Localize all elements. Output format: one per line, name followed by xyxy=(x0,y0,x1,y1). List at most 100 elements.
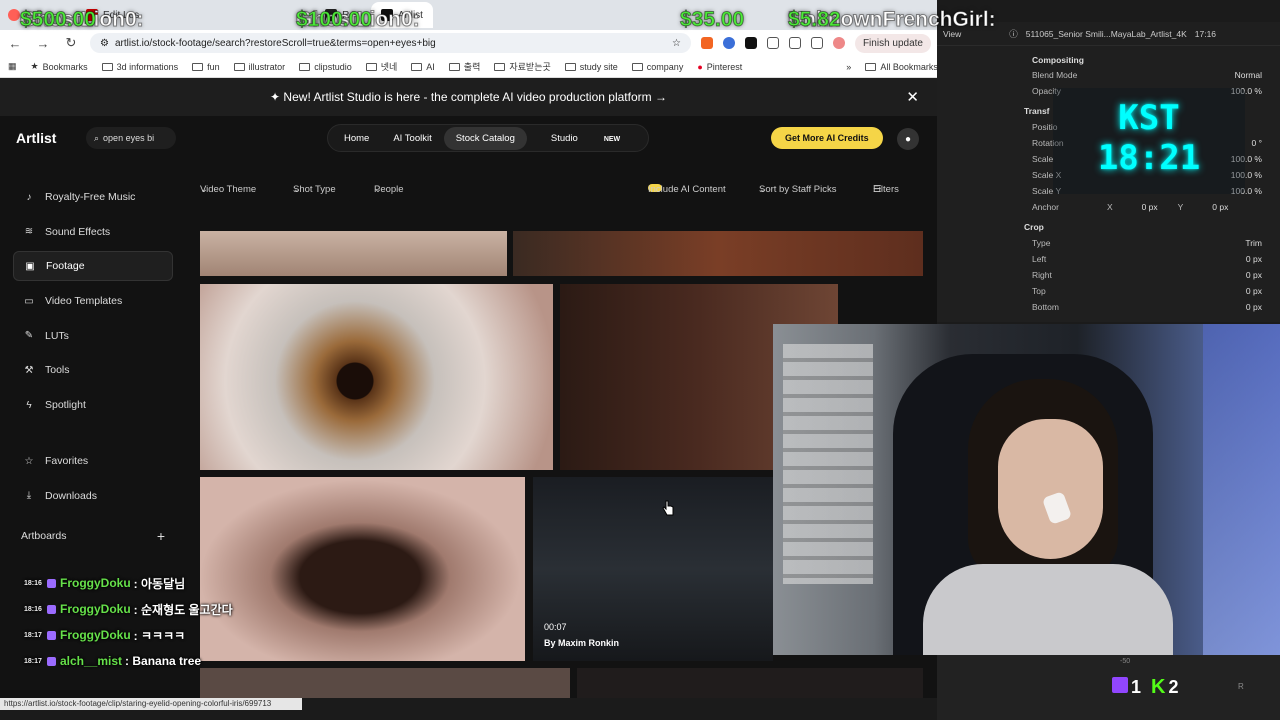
bookmark-folder[interactable]: 3d informations xyxy=(101,62,178,72)
chevron-down-icon: ⌄ xyxy=(200,184,208,195)
crop-right-value[interactable]: 0 px xyxy=(1142,270,1262,280)
bookmark-item[interactable]: ● Pinterest xyxy=(697,62,742,72)
chat-message: 18:16 FroggyDoku: 순재형도 울고간다 xyxy=(24,602,233,617)
apps-grid-icon[interactable]: ▦ xyxy=(8,61,17,72)
bookmark-folder[interactable]: 넷네 xyxy=(365,60,397,73)
sidebar-item-favorites[interactable]: ☆ Favorites xyxy=(13,446,173,476)
chat-overlay: 18:16 FroggyDoku: 아동달님 18:16 FroggyDoku: 순… xyxy=(24,570,354,674)
site-info-icon[interactable]: ⚙ xyxy=(100,38,109,49)
url-text: artlist.io/stock-footage/search?restoreS… xyxy=(114,37,436,49)
back-arrow-icon[interactable]: ← xyxy=(6,36,24,51)
main-nav: Home AI Toolkit Stock Catalog Studio NEW xyxy=(327,124,650,152)
chat-badge-icon xyxy=(47,578,56,588)
crop-top-label: Top xyxy=(1032,286,1046,296)
sidebar-item-sound-effects[interactable]: ≋ Sound Effects xyxy=(13,217,173,247)
clip-duration: 00:07 xyxy=(544,622,567,632)
stream-clock: KST 18:21 xyxy=(1053,88,1245,194)
waveform-icon: ≋ xyxy=(24,226,34,238)
promo-banner[interactable]: ✦ New! Artlist Studio is here - the comp… xyxy=(0,78,937,116)
hand-cursor-icon xyxy=(662,500,674,516)
address-bar[interactable]: ⚙ artlist.io/stock-footage/search?restor… xyxy=(90,33,691,53)
editor-timeline-strip xyxy=(937,655,1280,720)
download-icon[interactable] xyxy=(810,37,823,49)
sidebar-item-video-templates[interactable]: ▭ Video Templates xyxy=(13,286,173,316)
bookmarks-bar: ▦ ★ Bookmarks 3d informations fun illustr… xyxy=(0,56,938,78)
chat-badge-icon xyxy=(47,604,56,614)
status-bar-url: https://artlist.io/stock-footage/clip/st… xyxy=(0,698,302,710)
add-artboard-icon[interactable]: + xyxy=(157,528,165,544)
sidebar-item-tools[interactable]: ⚒ Tools xyxy=(13,355,173,385)
nav-studio[interactable]: Studio NEW xyxy=(527,127,644,150)
folder-icon xyxy=(631,62,643,71)
sidebar-item-music[interactable]: ♪ Royalty-Free Music xyxy=(13,182,173,212)
chat-badge-icon xyxy=(47,630,56,640)
footage-thumbnail[interactable] xyxy=(200,231,507,276)
user-avatar-icon[interactable]: ● xyxy=(897,128,919,150)
bookmark-item[interactable]: ★ Bookmarks xyxy=(31,61,88,72)
nav-ai-toolkit[interactable]: AI Toolkit xyxy=(381,127,443,150)
footage-thumbnail[interactable] xyxy=(577,668,923,698)
bookmark-folder[interactable]: 출력 xyxy=(448,60,480,73)
sidebar-item-luts[interactable]: ✎ LUTs xyxy=(13,321,173,351)
extension-icon[interactable] xyxy=(722,37,735,49)
bookmark-folder[interactable]: 자료받는곳 xyxy=(494,60,551,73)
bookmark-star-icon[interactable]: ☆ xyxy=(672,38,681,49)
close-icon[interactable]: ✕ xyxy=(906,88,919,106)
anchor-x-value[interactable]: 0 px xyxy=(1113,202,1158,212)
blend-mode-value[interactable]: Normal xyxy=(1142,70,1262,80)
profile-avatar-icon[interactable] xyxy=(832,37,845,49)
more-bookmarks-icon[interactable]: » xyxy=(846,62,851,72)
bookmark-folder[interactable]: study site xyxy=(564,62,618,72)
cast-icon[interactable] xyxy=(788,37,801,49)
bookmark-folder[interactable]: company xyxy=(631,62,683,72)
compositing-section[interactable]: Compositing xyxy=(1032,55,1084,65)
nav-home[interactable]: Home xyxy=(332,127,381,150)
folder-icon xyxy=(494,62,506,71)
twitch-viewers: 1 xyxy=(1112,677,1141,698)
nav-stock-catalog[interactable]: Stock Catalog xyxy=(443,126,527,150)
clock-zone: KST xyxy=(1118,98,1180,138)
transform-section[interactable]: Transf xyxy=(1024,106,1050,116)
reload-icon[interactable]: ↻ xyxy=(62,35,80,51)
kick-viewers: K2 xyxy=(1151,676,1179,698)
search-input[interactable]: ⌕ open eyes bi xyxy=(86,127,176,149)
chat-badge-icon xyxy=(47,656,56,666)
bookmark-folder[interactable]: AI xyxy=(411,62,435,72)
crop-right-label: Right xyxy=(1032,270,1052,280)
chat-message: 18:17 FroggyDoku: ㅋㅋㅋㅋ xyxy=(24,628,186,643)
crop-left-value[interactable]: 0 px xyxy=(1142,254,1262,264)
finish-update-button[interactable]: Finish update xyxy=(854,33,931,53)
crop-type-value[interactable]: Trim xyxy=(1142,238,1262,248)
footage-thumbnail-hovered[interactable]: 00:07 By Maxim Ronkin xyxy=(533,477,773,661)
bookmark-folder[interactable]: illustrator xyxy=(233,62,285,72)
anchor-y-value[interactable]: 0 px xyxy=(1183,202,1228,212)
extension-icon[interactable] xyxy=(700,37,713,49)
get-ai-credits-button[interactable]: Get More AI Credits xyxy=(771,127,883,149)
chat-message: 18:16 FroggyDoku: 아동달님 xyxy=(24,576,186,591)
template-icon: ▭ xyxy=(24,295,34,307)
folder-icon xyxy=(299,62,311,71)
artlist-logo[interactable]: Artlist xyxy=(16,130,86,146)
sidebar-item-footage[interactable]: ▣ Footage xyxy=(13,251,173,282)
extension-icon[interactable] xyxy=(744,37,757,49)
download-icon: ⤓ xyxy=(26,490,32,502)
donation-ticker: GhostLion0: $500.00 GhostLion0: $100.00 … xyxy=(20,8,997,32)
search-value: open eyes bi xyxy=(103,133,155,143)
chevron-down-icon: ⌄ xyxy=(374,184,382,195)
sidebar-item-downloads[interactable]: ⤓ Downloads xyxy=(13,481,173,511)
crop-top-value[interactable]: 0 px xyxy=(1142,286,1262,296)
crop-section[interactable]: Crop xyxy=(1024,222,1044,232)
footage-thumbnail[interactable] xyxy=(513,231,923,276)
bookmark-folder[interactable]: clipstudio xyxy=(299,62,352,72)
all-bookmarks-folder[interactable]: All Bookmarks xyxy=(865,62,938,72)
search-icon: ⌕ xyxy=(94,132,100,143)
forward-arrow-icon[interactable]: → xyxy=(34,36,52,51)
crop-bottom-value[interactable]: 0 px xyxy=(1142,302,1262,312)
site-header: Artlist ⌕ open eyes bi Home AI Toolkit S… xyxy=(0,116,937,160)
chat-message: 18:17 alch__mist: Banana tree xyxy=(24,654,202,668)
puzzle-icon[interactable] xyxy=(766,37,779,49)
bookmark-folder[interactable]: fun xyxy=(192,62,220,72)
sidebar-item-spotlight[interactable]: ϟ Spotlight xyxy=(13,390,173,420)
clip-author[interactable]: By Maxim Ronkin xyxy=(544,638,619,648)
footage-thumbnail[interactable] xyxy=(200,284,553,470)
